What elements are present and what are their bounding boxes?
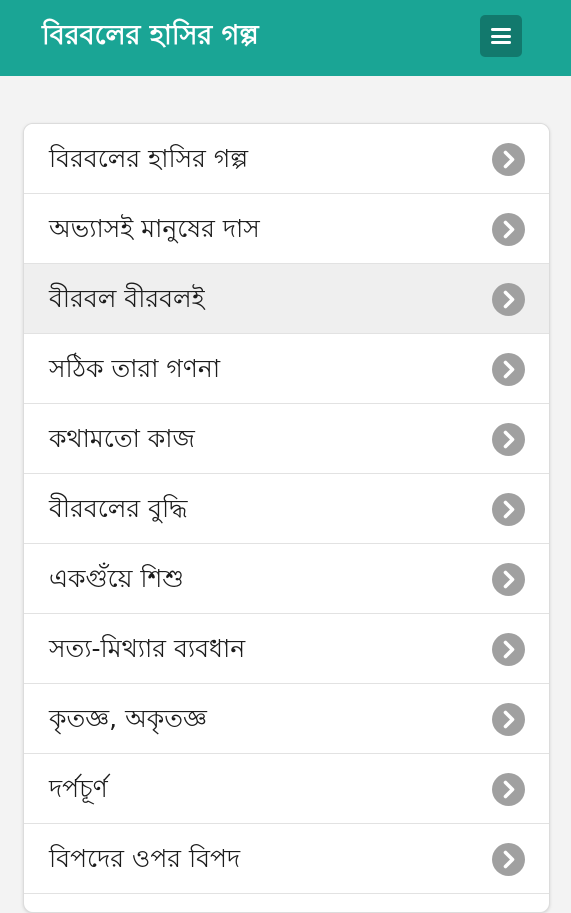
chevron-right-circle-icon: [492, 563, 525, 596]
chevron-right-circle-icon: [492, 143, 525, 176]
chevron-right-circle-icon: [492, 493, 525, 526]
chevron-right-circle-icon: [492, 703, 525, 736]
list-item[interactable]: অভ্যাসই মানুষের দাস: [24, 194, 549, 264]
list-item-label: বিরবলের হাসির গল্প: [49, 144, 249, 173]
list-item-label: অভ্যাসই মানুষের দাস: [49, 214, 260, 243]
list-item-label: সঠিক তারা গণনা: [49, 354, 221, 383]
list-item[interactable]: বীরবলের বুদ্ধি: [24, 474, 549, 544]
list-item[interactable]: দর্পচূর্ণ: [24, 754, 549, 824]
menu-button[interactable]: [480, 15, 522, 57]
list-item[interactable]: বীরবল বীরবলই: [24, 264, 549, 334]
app-header: বিরবলের হাসির গল্প: [0, 0, 571, 76]
chevron-right-circle-icon: [492, 843, 525, 876]
story-list: বিরবলের হাসির গল্প অভ্যাসই মানুষের দাস ব…: [23, 123, 550, 913]
list-item-label: বিপদের ওপর বিপদ: [49, 844, 241, 873]
list-item-label: কৃতজ্ঞ, অকৃতজ্ঞ: [49, 704, 207, 733]
list-item[interactable]: সঠিক তারা গণনা: [24, 334, 549, 404]
chevron-right-circle-icon: [492, 773, 525, 806]
list-item[interactable]: কথামতো কাজ: [24, 404, 549, 474]
list-item-label: বীরবলের বুদ্ধি: [49, 494, 188, 523]
list-item[interactable]: বিরবলের হাসির গল্প: [24, 124, 549, 194]
list-item-label: কথামতো কাজ: [49, 424, 195, 453]
chevron-right-circle-icon: [492, 423, 525, 456]
list-item-label: দর্পচূর্ণ: [49, 774, 108, 803]
app-title: বিরবলের হাসির গল্প: [42, 20, 259, 51]
list-item[interactable]: সত্য-মিথ্যার ব্যবধান: [24, 614, 549, 684]
list-item-label: একগুঁয়ে শিশু: [49, 564, 184, 593]
list-item[interactable]: একগুঁয়ে শিশু: [24, 544, 549, 614]
list-item-label: বীরবল বীরবলই: [49, 284, 205, 313]
chevron-right-circle-icon: [492, 353, 525, 386]
chevron-right-circle-icon: [492, 633, 525, 666]
list-item[interactable]: কৃতজ্ঞ, অকৃতজ্ঞ: [24, 684, 549, 754]
chevron-right-circle-icon: [492, 283, 525, 316]
chevron-right-circle-icon: [492, 213, 525, 246]
list-item[interactable]: বিপদের ওপর বিপদ: [24, 824, 549, 894]
list-item-label: সত্য-মিথ্যার ব্যবধান: [49, 634, 246, 663]
